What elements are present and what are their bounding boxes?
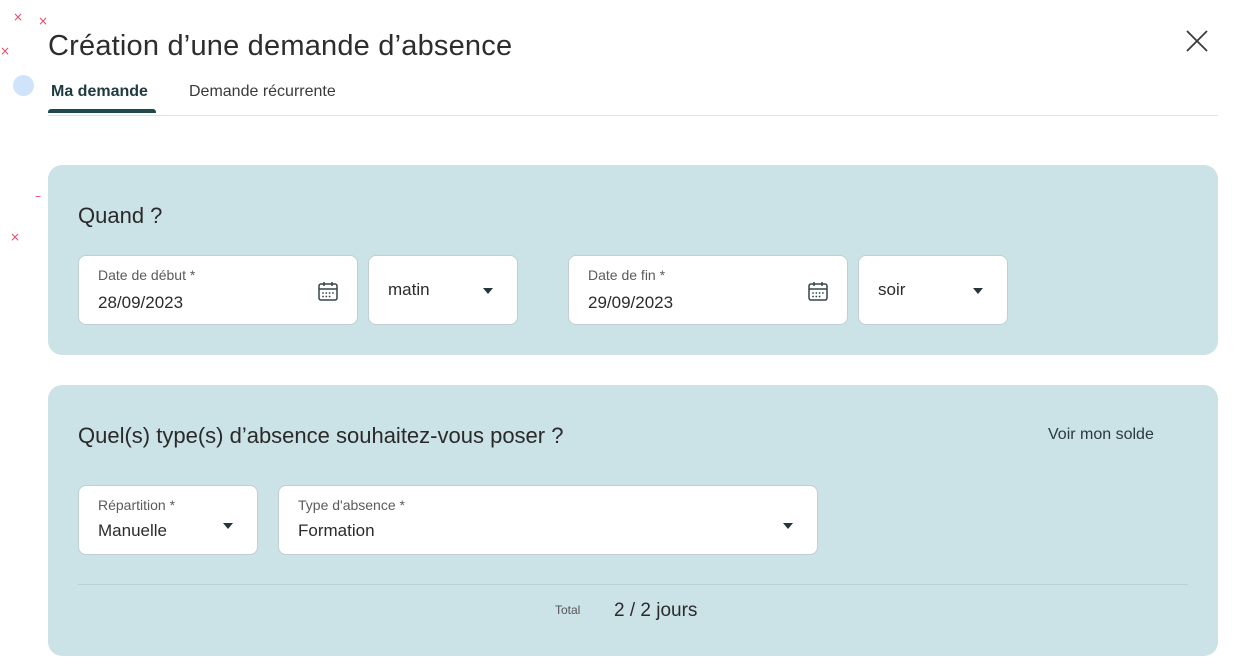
absence-type-value: Formation bbox=[298, 521, 375, 540]
start-period-value: matin bbox=[388, 280, 430, 299]
start-period-select[interactable]: matin bbox=[368, 255, 518, 325]
confetti-mark: × bbox=[38, 14, 49, 28]
decorative-dot bbox=[13, 75, 34, 96]
confetti-mark: × bbox=[0, 44, 11, 58]
absence-type-select[interactable]: Type d'absence * Formation bbox=[278, 485, 818, 555]
chevron-down-icon bbox=[483, 288, 493, 294]
absence-type-heading: Quel(s) type(s) d’absence souhaitez-vous… bbox=[78, 423, 564, 448]
repartition-value: Manuelle bbox=[98, 521, 167, 540]
tab-ma-demande[interactable]: Ma demande bbox=[51, 83, 148, 101]
tab-demande-recurrente[interactable]: Demande récurrente bbox=[189, 83, 336, 101]
calendar-icon[interactable] bbox=[317, 280, 339, 302]
repartition-label: Répartition * bbox=[98, 497, 176, 513]
chevron-down-icon bbox=[223, 523, 233, 529]
confetti-mark: – bbox=[35, 189, 41, 203]
when-panel: Quand ? Date de début * 28/09/2023 matin… bbox=[48, 165, 1218, 355]
calendar-icon[interactable] bbox=[807, 280, 829, 302]
total-label: Total bbox=[555, 603, 581, 617]
active-tab-indicator bbox=[48, 109, 156, 113]
end-date-label: Date de fin * bbox=[588, 267, 666, 283]
start-date-value: 28/09/2023 bbox=[98, 293, 184, 312]
absence-type-panel: Quel(s) type(s) d’absence souhaitez-vous… bbox=[48, 385, 1218, 656]
end-period-value: soir bbox=[878, 280, 906, 299]
total-value: 2 / 2 jours bbox=[614, 600, 698, 621]
chevron-down-icon bbox=[973, 288, 983, 294]
tab-bar: Ma demande Demande récurrente bbox=[48, 80, 1218, 116]
end-period-select[interactable]: soir bbox=[858, 255, 1008, 325]
balance-link[interactable]: Voir mon solde bbox=[1048, 426, 1154, 444]
dialog-title: Création d’une demande d’absence bbox=[48, 30, 513, 62]
repartition-select[interactable]: Répartition * Manuelle bbox=[78, 485, 258, 555]
end-date-field[interactable]: Date de fin * 29/09/2023 bbox=[568, 255, 848, 325]
absence-type-label: Type d'absence * bbox=[298, 497, 405, 513]
confetti-mark: × bbox=[10, 230, 21, 244]
end-date-value: 29/09/2023 bbox=[588, 293, 674, 312]
start-date-field[interactable]: Date de début * 28/09/2023 bbox=[78, 255, 358, 325]
confetti-mark: × bbox=[13, 10, 24, 24]
close-icon[interactable] bbox=[1183, 27, 1211, 55]
chevron-down-icon bbox=[783, 523, 793, 529]
start-date-label: Date de début * bbox=[98, 267, 196, 283]
divider bbox=[78, 584, 1188, 585]
when-heading: Quand ? bbox=[78, 203, 163, 228]
